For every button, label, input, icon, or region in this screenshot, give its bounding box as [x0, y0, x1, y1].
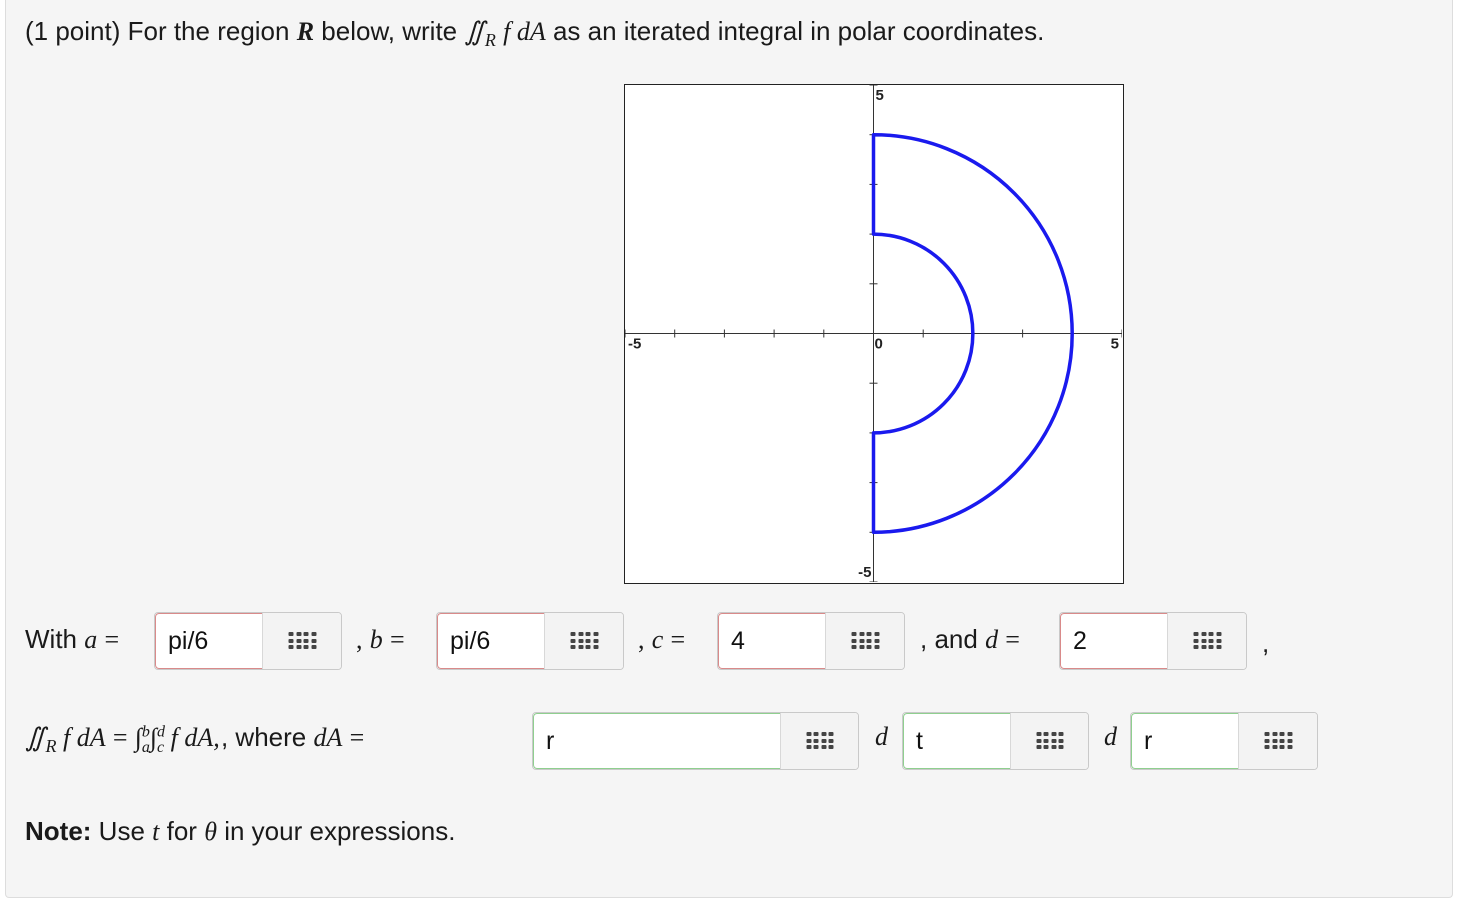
region-symbol: R — [296, 17, 315, 46]
b-input[interactable] — [437, 613, 547, 669]
question-text: (1 point) For the region R below, write … — [25, 16, 1045, 51]
d-input[interactable] — [1060, 613, 1170, 669]
d-field — [1059, 612, 1247, 670]
row-end-comma: , — [1262, 628, 1270, 658]
x-max-label: 5 — [1111, 336, 1119, 353]
c-label: , c = — [638, 625, 686, 654]
differential-2-field — [1130, 712, 1318, 770]
c-input[interactable] — [718, 613, 828, 669]
equation-editor-grid-icon — [1193, 632, 1221, 650]
d-differential-2: d — [1104, 722, 1117, 751]
origin-label: 0 — [875, 336, 883, 353]
region-plot: -5 5 5 -5 0 — [625, 85, 1122, 582]
y-min-label: -5 — [858, 564, 871, 581]
dA-palette-button[interactable] — [780, 713, 858, 769]
dA-input[interactable] — [533, 713, 783, 769]
equation-editor-grid-icon — [806, 732, 834, 750]
double-integral-symbol: ∬R — [464, 17, 496, 51]
d-label: , and d = — [920, 624, 1020, 654]
iterated-integral-expression: ∬R f dA = ∫ba∫dc f dA, , where dA = — [25, 722, 365, 757]
note-text: Note: Use t for θ in your expressions. — [25, 816, 456, 846]
dA-field — [532, 712, 859, 770]
a-input[interactable] — [155, 613, 265, 669]
d-differential-1: d — [875, 722, 888, 751]
equation-editor-grid-icon — [1264, 732, 1292, 750]
differential-2-input[interactable] — [1131, 713, 1241, 769]
differential-1-field — [902, 712, 1089, 770]
differential-2-palette-button[interactable] — [1238, 713, 1317, 769]
d-palette-button[interactable] — [1167, 613, 1246, 669]
y-max-label: 5 — [876, 87, 884, 104]
integrand: f dA — [503, 17, 546, 46]
x-min-label: -5 — [628, 336, 641, 353]
with-a-label: With a = — [25, 624, 120, 654]
equation-editor-grid-icon — [851, 632, 879, 650]
a-palette-button[interactable] — [262, 613, 341, 669]
differential-1-input[interactable] — [903, 713, 1013, 769]
a-field — [154, 612, 342, 670]
b-palette-button[interactable] — [544, 613, 623, 669]
c-palette-button[interactable] — [825, 613, 904, 669]
b-label: , b = — [356, 625, 405, 654]
equation-editor-grid-icon — [288, 632, 316, 650]
c-field — [717, 612, 905, 670]
equation-editor-grid-icon — [1036, 732, 1064, 750]
region-graph: -5 5 5 -5 0 — [624, 84, 1124, 584]
differential-1-palette-button[interactable] — [1010, 713, 1088, 769]
b-field — [436, 612, 624, 670]
equation-editor-grid-icon — [570, 632, 598, 650]
